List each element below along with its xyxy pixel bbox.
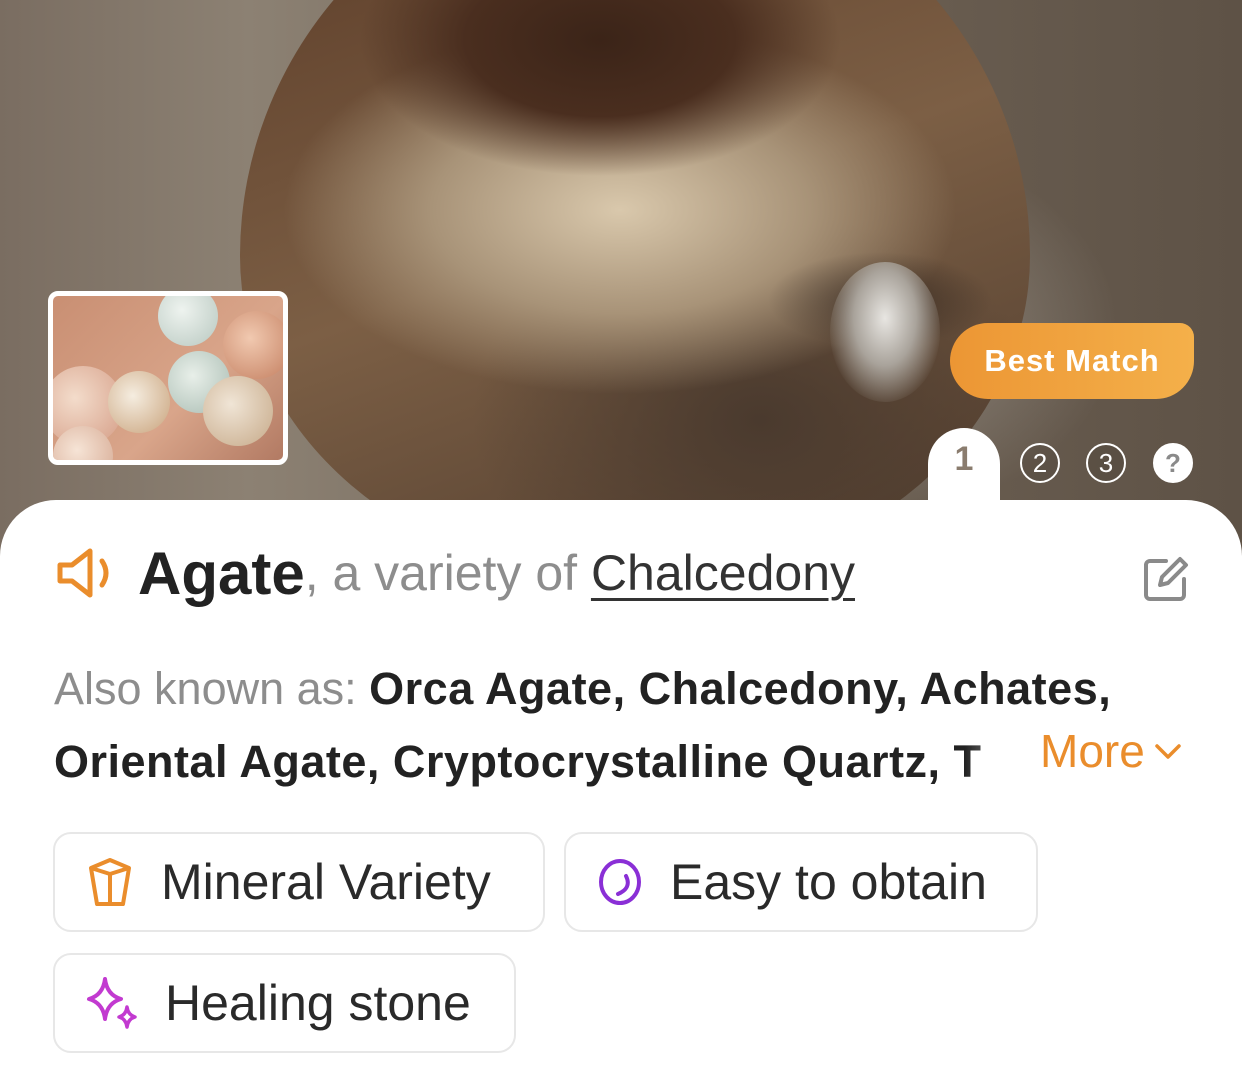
hero-photo bbox=[0, 0, 1242, 560]
variety-prefix: , a variety of bbox=[304, 545, 591, 601]
gem-icon bbox=[89, 858, 131, 906]
tag-label: Healing stone bbox=[165, 975, 471, 1031]
parent-mineral-link[interactable]: Chalcedony bbox=[591, 544, 855, 602]
page-tab-1[interactable]: 1 bbox=[928, 440, 1000, 488]
page-tab-3[interactable]: 3 bbox=[1086, 443, 1126, 483]
more-label: More bbox=[1040, 725, 1145, 777]
aka-names-line2: Oriental Agate, Cryptocrystalline Quartz… bbox=[54, 736, 982, 787]
page-tab-2[interactable]: 2 bbox=[1020, 443, 1060, 483]
page-tab-help[interactable]: ? bbox=[1153, 443, 1193, 483]
best-match-badge: Best Match bbox=[950, 323, 1194, 399]
also-known-as: Also known as: Orca Agate, Chalcedony, A… bbox=[54, 652, 1194, 798]
more-button[interactable]: More bbox=[1040, 724, 1185, 778]
tag-healing-stone[interactable]: Healing stone bbox=[53, 953, 516, 1053]
photo-highlight bbox=[830, 262, 940, 402]
tag-label: Mineral Variety bbox=[161, 854, 491, 910]
aka-names-line1: Orca Agate, Chalcedony, Achates, bbox=[369, 663, 1112, 714]
reference-thumbnail[interactable] bbox=[48, 291, 288, 465]
result-title: Agate , a variety of Chalcedony bbox=[54, 533, 855, 613]
aka-label: Also known as: bbox=[54, 663, 370, 714]
tag-mineral-variety[interactable]: Mineral Variety bbox=[53, 832, 545, 932]
stone-icon bbox=[599, 859, 641, 905]
edit-icon[interactable] bbox=[1140, 555, 1190, 605]
speaker-icon[interactable] bbox=[54, 543, 124, 603]
tag-label: Easy to obtain bbox=[670, 854, 987, 910]
sparkle-icon bbox=[87, 977, 137, 1029]
chevron-down-icon bbox=[1155, 744, 1181, 759]
specimen-name: Agate bbox=[138, 539, 305, 607]
tag-easy-to-obtain[interactable]: Easy to obtain bbox=[564, 832, 1038, 932]
